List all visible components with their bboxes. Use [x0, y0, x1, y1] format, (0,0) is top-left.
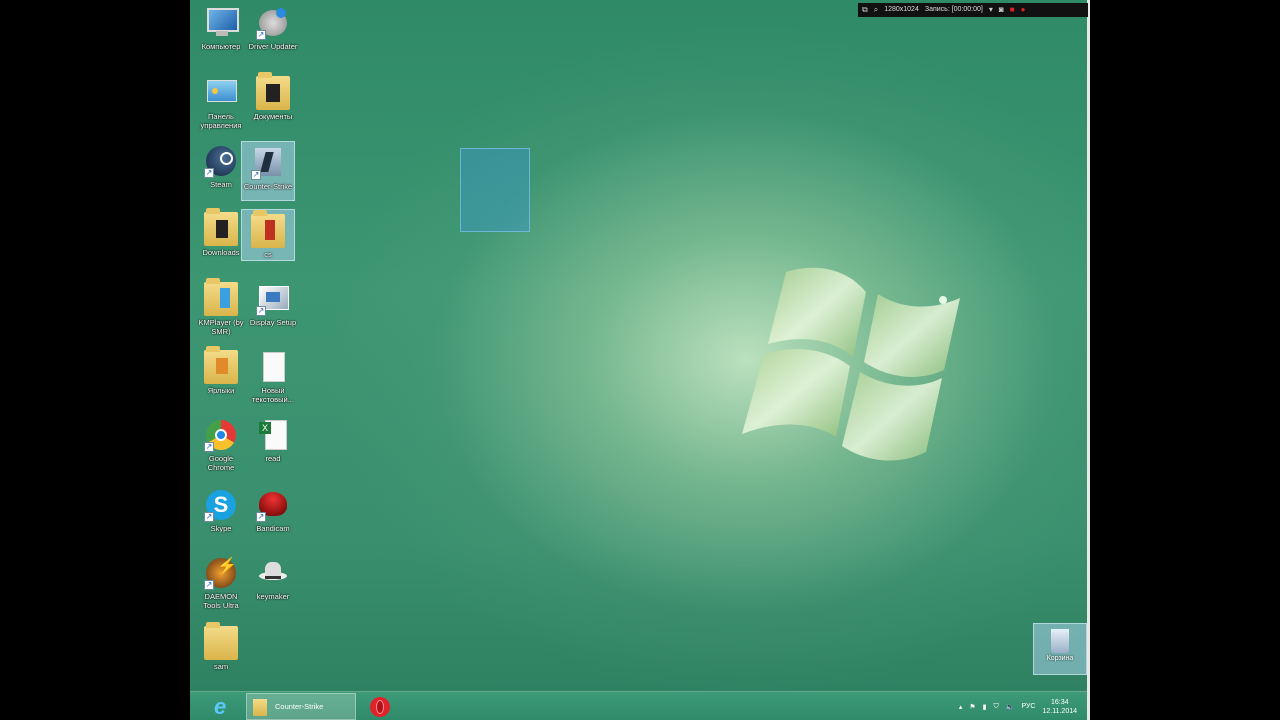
- folder-icon: [204, 622, 238, 660]
- icon-label: DAEMON Tools Ultra: [203, 592, 239, 610]
- desktop-icon-kmplayer[interactable]: KMPlayer (by SMR): [194, 278, 248, 336]
- desktop-icon-new-text-file[interactable]: Новый текстовый...: [246, 346, 300, 404]
- skype-icon: S ↗: [204, 488, 238, 522]
- shortcut-arrow-icon: ↗: [204, 580, 214, 590]
- desktop-icon-control-panel[interactable]: Панель управления: [194, 72, 248, 130]
- folder-icon: [253, 699, 267, 716]
- opera-icon: [370, 697, 390, 717]
- steam-icon: ↗: [204, 144, 238, 178]
- desktop-icon-display-setup[interactable]: ↗ Display Setup: [246, 278, 300, 327]
- counter-strike-icon: ↗: [251, 146, 285, 180]
- display-setup-icon: ↗: [256, 282, 290, 316]
- icon-label: Display Setup: [249, 318, 297, 327]
- tray-date: 12.11.2014: [1042, 707, 1077, 715]
- shortcut-arrow-icon: ↗: [251, 170, 261, 180]
- desktop-icon-sam[interactable]: sam: [194, 622, 248, 671]
- keymaker-hat-icon: [256, 556, 290, 590]
- icon-label: Bandicam: [256, 524, 290, 533]
- icon-label: Driver Updater: [248, 42, 298, 51]
- folder-icon: [204, 208, 238, 246]
- desktop-icon-cs-folder[interactable]: cs: [241, 209, 295, 261]
- fullscreen-icon[interactable]: ⧉: [862, 3, 868, 17]
- desktop-icon-skype[interactable]: S ↗ Skype: [194, 484, 248, 533]
- windows-logo: [742, 267, 960, 461]
- control-panel-icon: [204, 76, 238, 110]
- taskbar-internet-explorer[interactable]: e: [208, 693, 240, 720]
- shortcut-arrow-icon: ↗: [204, 512, 214, 522]
- zoom-icon[interactable]: ⌕: [874, 3, 878, 17]
- desktop-icon-downloads[interactable]: Downloads: [194, 208, 248, 257]
- folder-icon: [204, 346, 238, 384]
- desktop[interactable]: Компьютер Панель управления ↗ Steam Down…: [190, 0, 1087, 720]
- tray-time: 16:34: [1050, 698, 1069, 706]
- dropdown-arrow-icon[interactable]: ▾: [989, 3, 993, 17]
- icon-label: KMPlayer (by SMR): [198, 318, 244, 336]
- icon-label: sam: [213, 662, 229, 671]
- drag-selection-rectangle: [460, 148, 530, 232]
- desktop-icon-steam[interactable]: ↗ Steam: [194, 140, 248, 189]
- shortcut-arrow-icon: ↗: [256, 30, 266, 40]
- internet-explorer-icon: e: [214, 694, 227, 719]
- chrome-icon: ↗: [204, 418, 238, 452]
- tray-shield-icon[interactable]: ⛉: [993, 703, 998, 711]
- tray-language[interactable]: РУС: [1021, 703, 1035, 710]
- recorder-timer: Запись: [00:00:00]: [924, 6, 983, 13]
- desktop-icon-keymaker[interactable]: keymaker: [246, 552, 300, 601]
- tray-flag-icon[interactable]: ⚑: [969, 703, 975, 711]
- desktop-icon-recycle-bin[interactable]: Корзина: [1033, 623, 1087, 675]
- desktop-icon-shortcuts-folder[interactable]: Ярлыки: [194, 346, 248, 395]
- shortcut-arrow-icon: ↗: [256, 306, 266, 316]
- icon-label: cs: [264, 250, 272, 259]
- desktop-icon-documents[interactable]: Документы: [246, 72, 300, 121]
- driver-updater-icon: ↗: [256, 6, 290, 40]
- taskbar[interactable]: e Counter-Strike ▴ ⚑ ▮ ⛉ 🔈 РУС 16:34 12.…: [190, 691, 1087, 720]
- desktop-icon-driver-updater[interactable]: ↗ Driver Updater: [246, 2, 300, 51]
- recorder-resolution: 1280x1024: [884, 6, 919, 13]
- taskbar-window-title: Counter-Strike: [275, 702, 324, 711]
- icon-label: Новый текстовый...: [252, 386, 294, 404]
- desktop-icon-daemon-tools[interactable]: ⚡ ↗ DAEMON Tools Ultra: [194, 552, 248, 610]
- desktop-icon-counter-strike[interactable]: ↗ Counter-Strike: [241, 141, 295, 201]
- desktop-icon-bandicam[interactable]: ↗ Bandicam: [246, 484, 300, 533]
- shortcut-arrow-icon: ↗: [204, 442, 214, 452]
- folder-icon: [256, 72, 290, 110]
- icon-label: read: [265, 454, 281, 463]
- shortcut-arrow-icon: ↗: [256, 512, 266, 522]
- tray-overflow-arrow-icon[interactable]: ▴: [959, 703, 963, 711]
- pause-icon[interactable]: ■: [1010, 3, 1015, 17]
- record-icon[interactable]: ●: [1021, 3, 1026, 17]
- system-tray[interactable]: ▴ ⚑ ▮ ⛉ 🔈 РУС 16:34 12.11.2014: [959, 692, 1077, 720]
- icon-label: Skype: [210, 524, 232, 533]
- folder-icon: [251, 210, 285, 248]
- shortcut-arrow-icon: ↗: [204, 168, 214, 178]
- icon-label: Downloads: [202, 248, 240, 257]
- camera-icon[interactable]: ◙: [999, 3, 1004, 17]
- desktop-icon-chrome[interactable]: ↗ Google Chrome: [194, 414, 248, 472]
- tray-volume-icon[interactable]: 🔈: [1006, 703, 1015, 711]
- computer-icon: [204, 6, 239, 40]
- desktop-icon-computer[interactable]: Компьютер: [194, 2, 248, 51]
- icon-label: Панель управления: [200, 112, 242, 130]
- icon-label: Counter-Strike: [243, 182, 293, 191]
- icon-label: Документы: [253, 112, 293, 121]
- icon-label: Ярлыки: [207, 386, 235, 395]
- folder-icon: [204, 278, 238, 316]
- recycle-bin-icon: [1051, 629, 1069, 653]
- taskbar-explorer-window[interactable]: Counter-Strike: [246, 693, 356, 720]
- icon-label: Google Chrome: [207, 454, 235, 472]
- icon-label: Корзина: [1046, 655, 1074, 662]
- daemon-tools-icon: ⚡ ↗: [204, 558, 237, 590]
- bandicam-icon: ↗: [256, 488, 290, 522]
- icon-label: Steam: [210, 180, 232, 189]
- taskbar-opera[interactable]: [362, 693, 398, 720]
- desktop-icon-read[interactable]: X read: [246, 414, 300, 463]
- icon-label: keymaker: [256, 592, 290, 601]
- icon-label: Компьютер: [201, 42, 241, 51]
- recorder-toolbar[interactable]: ⧉ ⌕ 1280x1024 Запись: [00:00:00] ▾ ◙ ■ ●: [858, 3, 1088, 17]
- excel-file-icon: X: [256, 418, 290, 452]
- tray-network-icon[interactable]: ▮: [983, 703, 987, 711]
- tray-clock[interactable]: 16:34 12.11.2014: [1042, 698, 1077, 716]
- text-file-icon: [256, 350, 290, 384]
- screen-edge: [1087, 0, 1090, 720]
